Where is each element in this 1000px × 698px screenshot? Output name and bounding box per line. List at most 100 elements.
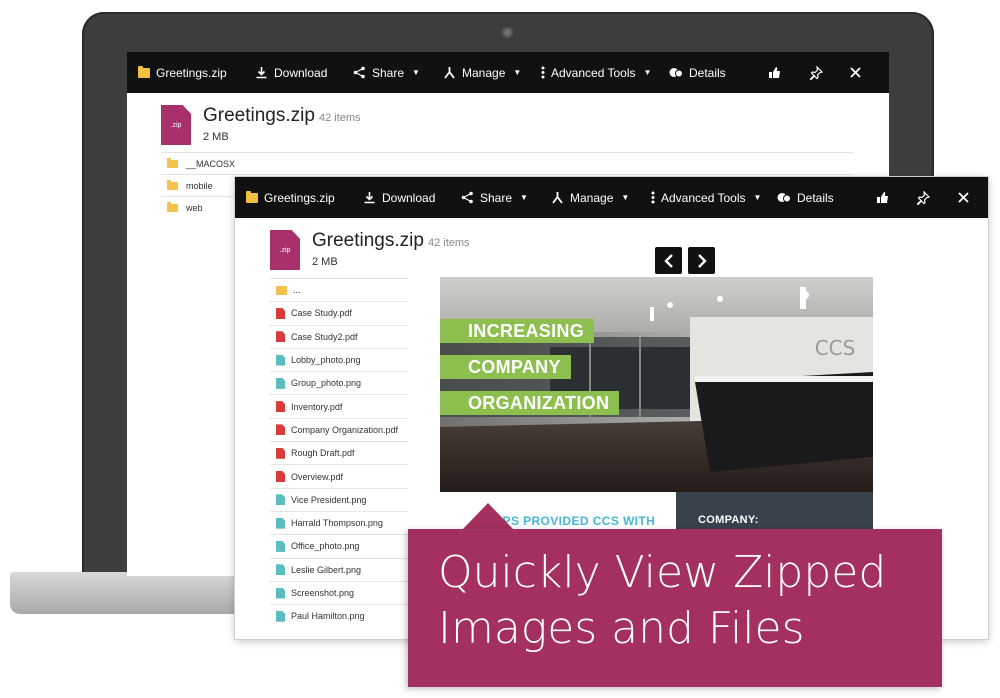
back-advanced-tools-button[interactable]: Advanced Tools ▼ — [541, 52, 651, 93]
callout-text: Quickly View Zipped Images and Files — [438, 545, 928, 657]
pdf-file-icon — [276, 307, 285, 319]
back-download-button[interactable]: Download — [255, 52, 327, 93]
file-name: Company Organization.pdf — [291, 424, 399, 435]
close-icon — [850, 67, 861, 78]
file-row[interactable]: Rough Draft.pdf — [270, 441, 408, 464]
advanced-tools-button[interactable]: Advanced Tools ▼ — [651, 177, 761, 218]
file-row[interactable]: Paul Hamilton.png — [270, 604, 408, 627]
file-name: Case Study2.pdf — [291, 331, 358, 342]
folder-icon — [167, 201, 178, 212]
back-pin-button[interactable] — [809, 52, 823, 93]
callout-line-2: Images and Files — [438, 603, 805, 654]
like-button[interactable] — [876, 177, 889, 218]
back-share-button[interactable]: Share ▼ — [353, 52, 420, 93]
zip-folder-icon — [246, 190, 258, 203]
pin-icon — [916, 190, 930, 205]
pdf-file-icon — [276, 447, 285, 459]
more-vertical-icon — [541, 66, 545, 79]
close-icon — [958, 192, 969, 203]
details-icon — [777, 193, 791, 203]
lobby-photo: CCS — [440, 277, 873, 492]
archive-size: 2 MB — [203, 131, 229, 143]
file-row[interactable]: Group_photo.png — [270, 371, 408, 394]
zip-folder-icon — [138, 65, 150, 78]
headline-line-1: INCREASING — [440, 319, 595, 343]
image-file-icon — [276, 377, 285, 389]
chevron-down-icon: ▼ — [520, 193, 528, 202]
share-button[interactable]: Share ▼ — [461, 177, 528, 218]
file-name: Group_photo.png — [291, 378, 362, 389]
file-name: Paul Hamilton.png — [291, 611, 365, 622]
download-icon — [256, 67, 267, 79]
file-row[interactable]: Harrald Thompson.png — [270, 510, 408, 534]
more-vertical-icon — [651, 191, 655, 204]
pin-icon — [809, 65, 823, 80]
back-details-button[interactable]: Details — [669, 52, 726, 93]
close-button[interactable] — [958, 177, 969, 218]
file-name: Screenshot.png — [291, 588, 355, 598]
zip-file-icon: .zip — [270, 230, 300, 270]
folder-icon — [167, 157, 178, 168]
manage-icon — [552, 192, 563, 204]
archive-title: Greetings.zip 42 items — [203, 105, 361, 126]
folder-icon — [167, 179, 178, 190]
headline-line-2: COMPANY — [440, 355, 571, 379]
list-item[interactable]: __MACOSX — [161, 152, 853, 174]
archive-size: 2 MB — [312, 256, 338, 268]
chevron-left-icon — [663, 253, 673, 268]
pdf-file-icon — [276, 471, 285, 483]
chevron-down-icon: ▼ — [643, 68, 652, 77]
pdf-file-icon — [276, 331, 285, 343]
webcam — [502, 27, 513, 38]
file-row[interactable]: ... — [270, 278, 408, 301]
file-name: Rough Draft.pdf — [291, 448, 355, 459]
wall-logo-text: CCS — [815, 336, 856, 360]
next-button[interactable] — [688, 247, 715, 274]
file-list: ... Case Study.pdf Case Study2.pdf Lobby_ph… — [270, 278, 408, 627]
pdf-file-icon — [276, 424, 285, 436]
image-file-icon — [276, 517, 285, 529]
file-row[interactable]: Case Study.pdf — [270, 301, 408, 324]
file-row[interactable]: Vice President.png — [270, 487, 408, 511]
image-file-icon — [276, 587, 285, 599]
share-icon — [461, 191, 473, 204]
thumbs-up-icon — [769, 67, 780, 78]
manage-icon — [444, 67, 455, 79]
download-button[interactable]: Download — [363, 177, 435, 218]
chevron-right-icon — [697, 253, 707, 268]
back-manage-button[interactable]: Manage ▼ — [443, 52, 521, 93]
file-name: Lobby_photo.png — [291, 355, 361, 366]
company-label: COMPANY: — [698, 514, 759, 526]
chevron-down-icon: ▼ — [621, 193, 630, 202]
file-row[interactable]: Case Study2.pdf — [270, 324, 408, 348]
file-name: Vice President.png — [291, 494, 367, 505]
file-row[interactable]: Lobby_photo.png — [270, 347, 408, 371]
share-icon — [353, 66, 365, 79]
details-button[interactable]: Details — [777, 177, 834, 218]
chevron-down-icon: ▼ — [753, 193, 762, 202]
back-filename[interactable]: Greetings.zip — [138, 52, 227, 93]
back-like-button[interactable] — [768, 52, 781, 93]
pdf-file-icon — [276, 401, 285, 413]
file-row[interactable]: Inventory.pdf — [270, 394, 408, 417]
image-file-icon — [276, 494, 285, 506]
file-row[interactable]: Company Organization.pdf — [270, 417, 408, 441]
thumbs-up-icon — [877, 192, 888, 203]
file-row[interactable]: Office_photo.png — [270, 534, 408, 557]
zip-file-icon: .zip — [161, 105, 191, 145]
file-name: Leslie Gilbert.png — [291, 564, 362, 575]
file-row[interactable]: Leslie Gilbert.png — [270, 557, 408, 581]
file-name: Case Study.pdf — [291, 308, 352, 319]
front-filename[interactable]: Greetings.zip — [246, 177, 335, 218]
previous-button[interactable] — [655, 247, 682, 274]
manage-button[interactable]: Manage ▼ — [551, 177, 629, 218]
callout-line-1: Quickly View Zipped — [438, 547, 887, 598]
file-name: Overview.pdf — [291, 471, 344, 482]
file-name: Office_photo.png — [291, 541, 360, 552]
pin-button[interactable] — [916, 177, 930, 218]
image-file-icon — [276, 354, 285, 366]
file-row[interactable]: Overview.pdf — [270, 464, 408, 487]
back-close-button[interactable] — [850, 52, 861, 93]
file-row[interactable]: Screenshot.png — [270, 580, 408, 604]
archive-title: Greetings.zip 42 items — [312, 230, 470, 251]
